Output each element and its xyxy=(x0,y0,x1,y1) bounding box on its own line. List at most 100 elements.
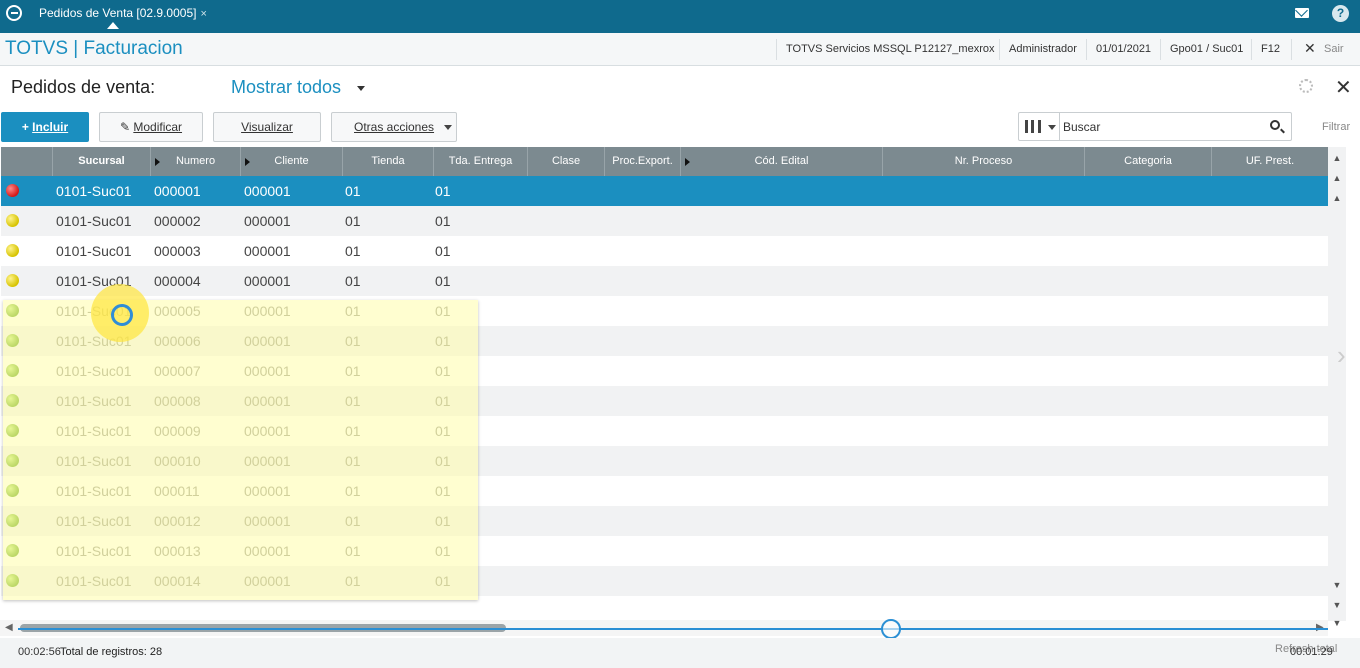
page-title: Pedidos de venta: xyxy=(11,77,156,97)
column-header-proc-export[interactable]: Proc.Export. xyxy=(605,147,681,176)
cell-sucursal: 0101-Suc01 xyxy=(56,243,132,259)
table-row[interactable]: 0101-Suc01 000002 000001 01 01 xyxy=(1,206,1328,236)
cell-tienda: 01 xyxy=(345,183,361,199)
header-divider xyxy=(1160,39,1161,60)
shortcut-label[interactable]: F12 xyxy=(1261,43,1280,55)
cell-numero: 000003 xyxy=(154,243,201,259)
video-progress-bar[interactable] xyxy=(18,628,1328,630)
video-progress-knob[interactable] xyxy=(881,619,901,639)
table-row[interactable]: 0101-Suc01 000008 000001 01 01 xyxy=(1,386,1328,416)
vertical-scrollbar[interactable]: ▲ ▲ ▲ ▼ ▼ ▼ xyxy=(1328,147,1346,628)
column-header-numero[interactable]: Numero xyxy=(151,147,241,176)
chevron-down-icon[interactable] xyxy=(357,86,365,91)
scroll-bottom-icon[interactable]: ▼ xyxy=(1331,617,1343,629)
table-row[interactable]: 0101-Suc01 000003 000001 01 01 xyxy=(1,236,1328,266)
environment-label[interactable]: TOTVS Servicios MSSQL P12127_mexrox xyxy=(786,43,994,55)
modify-label: Modificar xyxy=(133,120,183,134)
total-records: Total de registros: 28 xyxy=(60,646,163,658)
cell-tienda: 01 xyxy=(345,393,361,409)
gear-icon[interactable] xyxy=(1299,79,1313,93)
column-header-label: Numero xyxy=(175,155,216,167)
table-row[interactable]: 0101-Suc01 000006 000001 01 01 xyxy=(1,326,1328,356)
scroll-top-icon[interactable]: ▲ xyxy=(1331,152,1343,164)
exit-icon[interactable]: ✕ xyxy=(1304,40,1316,57)
mail-icon[interactable] xyxy=(1295,8,1309,18)
status-green-icon xyxy=(6,334,19,347)
cell-numero: 000013 xyxy=(154,543,201,559)
column-header-cod-edital[interactable]: Cód. Edital xyxy=(681,147,883,176)
view-button[interactable]: Visualizar xyxy=(213,112,321,142)
chevron-right-icon[interactable]: › xyxy=(1337,340,1346,371)
date-label[interactable]: 01/01/2021 xyxy=(1096,43,1151,55)
column-header-sucursal[interactable]: Sucursal xyxy=(53,147,151,176)
branch-label[interactable]: Gpo01 / Suc01 xyxy=(1170,43,1243,55)
header-divider xyxy=(776,39,777,60)
tab-pedidos-de-venta[interactable]: Pedidos de Venta [02.9.0005] × xyxy=(31,0,215,26)
exit-button[interactable]: Sair xyxy=(1324,43,1344,55)
table-row[interactable]: 0101-Suc01 000001 000001 01 01 xyxy=(1,176,1328,206)
cell-numero: 000011 xyxy=(154,483,200,499)
search-icon[interactable] xyxy=(1270,120,1280,130)
table-row[interactable]: 0101-Suc01 000013 000001 01 01 xyxy=(1,536,1328,566)
status-green-icon xyxy=(6,364,19,377)
modify-button[interactable]: ✎ Modificar xyxy=(99,112,203,142)
cell-tda-entrega: 01 xyxy=(435,483,451,499)
status-green-icon xyxy=(6,394,19,407)
other-actions-button[interactable]: Otras acciones xyxy=(331,112,457,142)
scroll-page-up-icon[interactable]: ▲ xyxy=(1331,172,1343,184)
cell-tienda: 01 xyxy=(345,243,361,259)
cell-cliente: 000001 xyxy=(244,303,291,319)
cell-tda-entrega: 01 xyxy=(435,453,451,469)
help-icon[interactable]: ? xyxy=(1332,5,1349,22)
scroll-up-icon[interactable]: ▲ xyxy=(1331,192,1343,204)
columns-icon[interactable] xyxy=(1025,120,1041,133)
header-divider xyxy=(999,39,1000,60)
cell-cliente: 000001 xyxy=(244,183,291,199)
cell-numero: 000004 xyxy=(154,273,201,289)
video-time-elapsed: 00:02:56 xyxy=(18,646,61,658)
header-divider xyxy=(1291,39,1292,60)
column-header-clase[interactable]: Clase xyxy=(528,147,605,176)
scroll-page-down-icon[interactable]: ▼ xyxy=(1331,599,1343,611)
user-label[interactable]: Administrador xyxy=(1009,43,1077,55)
status-green-icon xyxy=(6,454,19,467)
table-row[interactable]: 0101-Suc01 000014 000001 01 01 xyxy=(1,566,1328,596)
table-row[interactable]: 0101-Suc01 000012 000001 01 01 xyxy=(1,506,1328,536)
include-button[interactable]: + Incluir xyxy=(1,112,89,142)
app-logo-icon[interactable] xyxy=(6,5,22,21)
cell-cliente: 000001 xyxy=(244,273,291,289)
cell-tda-entrega: 01 xyxy=(435,333,451,349)
cell-tienda: 01 xyxy=(345,363,361,379)
column-header-uf-prest[interactable]: UF. Prest. xyxy=(1212,147,1328,176)
column-header-status[interactable] xyxy=(1,147,53,176)
column-header-label: Cód. Edital xyxy=(754,155,809,167)
column-header-categoria[interactable]: Categoria xyxy=(1085,147,1212,176)
column-header-tienda[interactable]: Tienda xyxy=(343,147,434,176)
column-header-nr-proceso[interactable]: Nr. Proceso xyxy=(883,147,1085,176)
include-label: Incluir xyxy=(32,120,69,134)
table-row[interactable]: 0101-Suc01 000004 000001 01 01 xyxy=(1,266,1328,296)
cell-numero: 000007 xyxy=(154,363,201,379)
filter-button[interactable]: Filtrar xyxy=(1322,121,1350,133)
scroll-down-icon[interactable]: ▼ xyxy=(1331,579,1343,591)
scroll-left-icon[interactable]: ◀ xyxy=(5,622,13,633)
tab-close-icon[interactable]: × xyxy=(200,8,206,20)
sort-arrow-icon xyxy=(685,158,690,166)
search-box xyxy=(1018,112,1292,141)
search-input[interactable] xyxy=(1063,118,1263,135)
column-header-tda-entrega[interactable]: Tda. Entrega xyxy=(434,147,528,176)
cell-numero: 000005 xyxy=(154,303,201,319)
table-row[interactable]: 0101-Suc01 000009 000001 01 01 xyxy=(1,416,1328,446)
column-header-cliente[interactable]: Cliente xyxy=(241,147,343,176)
view-label: Visualizar xyxy=(241,120,293,134)
status-green-icon xyxy=(6,574,19,587)
view-filter-select[interactable]: Mostrar todos xyxy=(231,77,341,98)
chevron-down-icon[interactable] xyxy=(1048,125,1056,130)
sort-arrow-icon xyxy=(155,158,160,166)
table-row[interactable]: 0101-Suc01 000007 000001 01 01 xyxy=(1,356,1328,386)
table-row[interactable]: 0101-Suc01 000011 000001 01 01 xyxy=(1,476,1328,506)
table-row[interactable]: 0101-Suc01 000005 000001 01 01 xyxy=(1,296,1328,326)
close-icon[interactable]: ✕ xyxy=(1335,75,1352,100)
status-green-icon xyxy=(6,304,19,317)
table-row[interactable]: 0101-Suc01 000010 000001 01 01 xyxy=(1,446,1328,476)
